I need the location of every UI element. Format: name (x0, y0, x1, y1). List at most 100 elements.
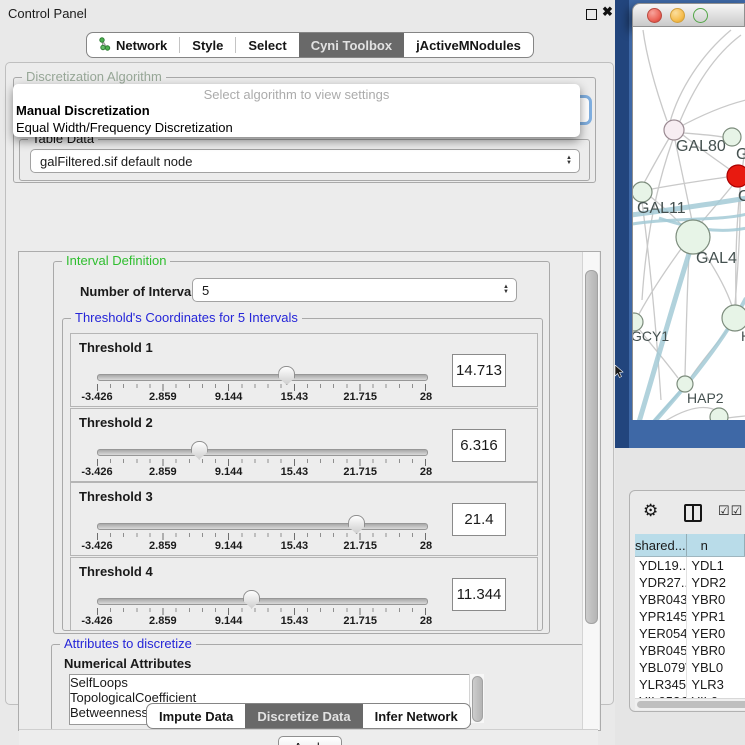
table-row[interactable]: YBL079WYBL0 (635, 659, 745, 676)
table-header-row: shared...n (635, 534, 745, 557)
threshold-value-field[interactable]: 6.316 (452, 429, 506, 462)
network-node-ga[interactable] (723, 128, 741, 146)
close-traffic-light-icon[interactable] (647, 8, 662, 23)
table-row[interactable]: YBR045CYBR0 (635, 642, 745, 659)
slider-thumb[interactable] (243, 590, 260, 609)
threshold-row: Threshold 1-3.4262.8599.14415.4321.71528… (70, 333, 538, 407)
minimize-traffic-light-icon[interactable] (670, 8, 685, 23)
network-node-label: GAL11 (637, 200, 686, 217)
slider-track[interactable] (97, 598, 428, 605)
network-view[interactable]: GAL80GACGAL11GAL4GCY1HHAP2 (632, 27, 745, 420)
network-node-label: GA (736, 146, 745, 163)
dropdown-hint: Select algorithm to view settings (13, 84, 580, 102)
network-node-c[interactable] (727, 165, 745, 187)
number-of-intervals-combo[interactable]: 5 ▲▼ (192, 278, 517, 302)
tick-label: 21.715 (343, 391, 377, 403)
table-data-combo-value: galFiltered.sif default node (31, 154, 566, 169)
tick-label: 15.43 (281, 391, 309, 403)
interval-definition-title: Interval Definition (62, 253, 170, 268)
table-column-header-1[interactable]: n (687, 534, 745, 556)
tab-cyni-toolbox[interactable]: Cyni Toolbox (299, 33, 404, 57)
network-window-titlebar[interactable] (632, 3, 745, 27)
attributes-list-scrollbar[interactable] (469, 674, 484, 723)
slider-thumb[interactable] (278, 366, 295, 385)
tab-network[interactable]: Network (87, 33, 179, 57)
float-window-icon[interactable] (586, 9, 597, 20)
threshold-value-field[interactable]: 14.713 (452, 354, 506, 387)
apply-button[interactable]: Apply (278, 736, 342, 745)
gear-icon[interactable]: ⚙ (643, 501, 658, 521)
zoom-traffic-light-icon[interactable] (693, 8, 708, 23)
table-row[interactable]: YDR27...YDR2 (635, 574, 745, 591)
tick-label: 9.144 (215, 466, 243, 478)
tick-label: 28 (420, 615, 432, 627)
threshold-row: Threshold 4-3.4262.8599.14415.4321.71528… (70, 557, 538, 631)
settings-scrollbar-thumb[interactable] (585, 270, 598, 624)
column-layout-icon[interactable] (684, 504, 702, 522)
attributes-scrollbar-thumb[interactable] (472, 676, 483, 722)
close-icon[interactable]: ✖ (602, 4, 613, 20)
interval-definition-group: Interval Definition Number of Intervals … (53, 261, 550, 634)
tick-label: 2.859 (149, 391, 177, 403)
table-row[interactable]: YLR345WYLR3 (635, 676, 745, 693)
table-row[interactable]: YPR145WYPR1 (635, 608, 745, 625)
threshold-value-field[interactable]: 11.344 (452, 578, 506, 611)
network-node-label: C (738, 188, 745, 205)
tick-label: 2.859 (149, 540, 177, 552)
cyni-bottom-tabs: Impute Data Discretize Data Infer Network (146, 703, 471, 729)
slider-ticks-major (97, 384, 427, 391)
table-row[interactable]: YBR043CYBR0 (635, 591, 745, 608)
table-row[interactable]: YDL19...YDL1 (635, 557, 745, 574)
slider-tick-labels: -3.4262.8599.14415.4321.71528 (97, 615, 426, 627)
bottom-tab-label: Impute Data (159, 709, 233, 724)
table-horizontal-scrollbar[interactable] (635, 698, 745, 710)
network-edge[interactable] (633, 408, 719, 421)
table-cell: YDL19... (635, 557, 687, 574)
table-rows: YDL19...YDL1YDR27...YDR2YBR043CYBR0YPR14… (635, 557, 745, 698)
network-node[interactable] (710, 408, 728, 420)
node-table: shared...n YDL19...YDL1YDR27...YDR2YBR04… (635, 534, 745, 698)
threshold-value-field[interactable]: 21.4 (452, 503, 506, 536)
table-column-header-0[interactable]: shared... (635, 534, 687, 556)
tick-label: 15.43 (281, 466, 309, 478)
network-edge[interactable] (642, 202, 661, 400)
network-edge[interactable] (684, 133, 723, 137)
table-row[interactable]: YER054CYER0 (635, 625, 745, 642)
bottom-tab-infer-network[interactable]: Infer Network (363, 704, 470, 728)
tab-style[interactable]: Style (180, 33, 235, 57)
dropdown-option[interactable]: Manual Discretization (13, 102, 580, 119)
combo-spinner-icon: ▲▼ (566, 156, 579, 166)
table-cell: YBL0 (687, 659, 745, 676)
tab-select[interactable]: Select (236, 33, 298, 57)
cyni-toolbox-content: Discretization Algorithm Table Data galF… (5, 62, 614, 705)
table-data-combo[interactable]: galFiltered.sif default node ▲▼ (30, 149, 580, 173)
table-cell: YBR043C (635, 591, 687, 608)
network-edge[interactable] (652, 177, 727, 189)
table-cell: YLR345W (635, 676, 687, 693)
table-cell: YBR0 (687, 591, 745, 608)
slider-thumb[interactable] (191, 441, 208, 460)
slider-track[interactable] (97, 523, 428, 530)
network-icon (99, 37, 111, 54)
dropdown-option[interactable]: Equal Width/Frequency Discretization (13, 119, 580, 136)
bottom-tab-discretize-data[interactable]: Discretize Data (245, 704, 362, 728)
network-node-gal4[interactable] (676, 220, 710, 254)
attribute-list-item[interactable]: SelfLoops (70, 675, 470, 690)
network-edge[interactable] (643, 30, 667, 121)
slider-track[interactable] (97, 449, 428, 456)
slider-tick-labels: -3.4262.8599.14415.4321.71528 (97, 466, 426, 478)
bottom-tab-label: Discretize Data (257, 709, 350, 724)
settings-scrollbar[interactable] (582, 252, 599, 730)
network-edge[interactable] (674, 100, 745, 130)
numerical-attributes-label: Numerical Attributes (64, 656, 191, 671)
bottom-tab-impute-data[interactable]: Impute Data (147, 704, 245, 728)
network-node-gal11[interactable] (633, 182, 652, 202)
select-columns-icon[interactable]: ☑☑ (718, 503, 743, 519)
table-hscrollbar-thumb[interactable] (637, 701, 745, 708)
network-node-gal80[interactable] (664, 120, 684, 140)
table-cell: YPR145W (635, 608, 687, 625)
slider-track[interactable] (97, 374, 428, 381)
tab-jactivemnodules[interactable]: jActiveMNodules (404, 33, 533, 57)
tab-label: Style (192, 38, 223, 53)
slider-thumb[interactable] (348, 515, 365, 534)
